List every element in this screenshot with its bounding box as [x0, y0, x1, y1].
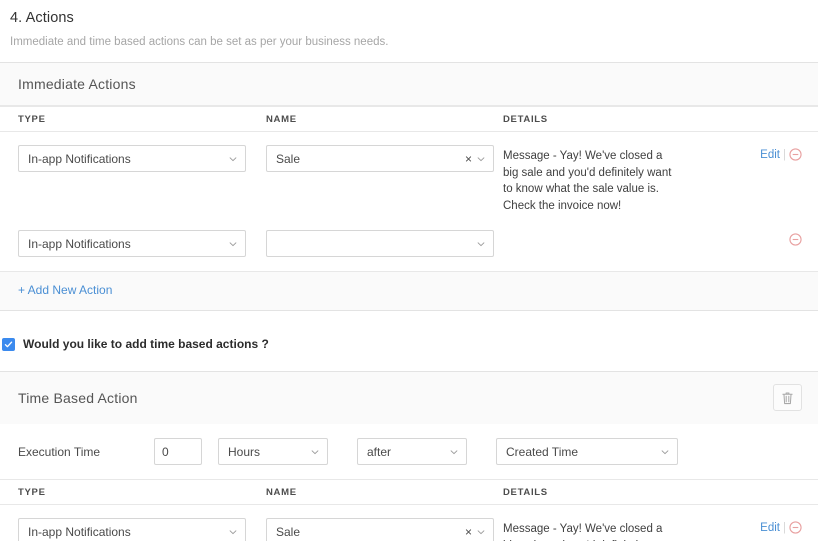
- action-type-select[interactable]: In-app Notifications: [18, 145, 246, 172]
- immediate-actions-title: Immediate Actions: [18, 76, 136, 92]
- column-header-details: DETAILS: [503, 114, 800, 125]
- execution-time-row: Execution Time Hours after Created Time: [0, 424, 818, 479]
- cell-type: In-app Notifications: [18, 518, 266, 541]
- action-type-value: In-app Notifications: [28, 237, 131, 251]
- table-row: In-app Notifications Sale × Message - Ya…: [0, 505, 818, 541]
- add-new-action-link[interactable]: + Add New Action: [18, 283, 112, 297]
- cell-type: In-app Notifications: [18, 145, 266, 172]
- delete-time-based-action-button[interactable]: [773, 384, 802, 411]
- execution-time-label: Execution Time: [18, 445, 154, 459]
- column-header-details: DETAILS: [503, 487, 800, 498]
- row-actions: [789, 233, 802, 246]
- cell-name: Sale ×: [266, 145, 503, 172]
- action-name-value: Sale: [276, 152, 300, 166]
- column-header-type: TYPE: [18, 487, 266, 498]
- cell-details: Message - Yay! We've closed a big sale a…: [503, 145, 735, 214]
- immediate-actions-table: TYPE NAME DETAILS In-app Notifications S…: [0, 106, 818, 310]
- spacer: [0, 363, 818, 371]
- page-title: 4. Actions: [10, 8, 808, 28]
- execution-time-relation-select[interactable]: after: [357, 438, 467, 465]
- table-row: In-app Notifications: [0, 226, 818, 271]
- column-header-name: NAME: [266, 114, 503, 125]
- immediate-actions-header: Immediate Actions: [0, 63, 818, 106]
- column-header-type: TYPE: [18, 114, 266, 125]
- execution-time-unit-value: Hours: [228, 445, 260, 459]
- chevron-down-icon: [477, 240, 485, 248]
- action-name-select[interactable]: [266, 230, 494, 257]
- action-type-select[interactable]: In-app Notifications: [18, 230, 246, 257]
- chevron-down-icon: [311, 448, 319, 456]
- chevron-down-icon: [229, 155, 237, 163]
- trash-icon: [781, 391, 794, 405]
- action-name-select[interactable]: Sale ×: [266, 145, 494, 172]
- edit-link[interactable]: Edit: [760, 149, 780, 161]
- action-type-select[interactable]: In-app Notifications: [18, 518, 246, 541]
- separator: |: [783, 149, 786, 161]
- checkmark-icon: [4, 340, 13, 349]
- time-based-actions-checkbox[interactable]: [2, 338, 15, 351]
- cell-name: Sale ×: [266, 518, 503, 541]
- circle-minus-icon[interactable]: [789, 233, 802, 246]
- spacer: [0, 311, 818, 325]
- chevron-down-icon: [661, 448, 669, 456]
- time-based-actions-label: Would you like to add time based actions…: [23, 337, 269, 351]
- section-header: 4. Actions Immediate and time based acti…: [0, 0, 818, 50]
- cell-details: [503, 230, 735, 233]
- table-row: In-app Notifications Sale × Message - Ya…: [0, 132, 818, 226]
- time-based-action-title: Time Based Action: [18, 390, 138, 406]
- execution-time-relation-value: after: [367, 445, 391, 459]
- chevron-down-icon: [450, 448, 458, 456]
- row-actions: Edit |: [760, 521, 802, 534]
- circle-minus-icon[interactable]: [789, 148, 802, 161]
- page-subtitle: Immediate and time based actions can be …: [10, 35, 808, 50]
- circle-minus-icon[interactable]: [789, 521, 802, 534]
- execution-time-reference-value: Created Time: [506, 445, 578, 459]
- cell-name: [266, 230, 503, 257]
- action-type-value: In-app Notifications: [28, 525, 131, 539]
- column-header-name: NAME: [266, 487, 503, 498]
- row-actions: Edit |: [760, 148, 802, 161]
- time-based-actions-toggle-row[interactable]: Would you like to add time based actions…: [0, 325, 818, 363]
- table-header-row: TYPE NAME DETAILS: [0, 479, 818, 505]
- action-name-select[interactable]: Sale ×: [266, 518, 494, 541]
- separator: |: [783, 522, 786, 534]
- chevron-down-icon: [229, 528, 237, 536]
- action-name-value: Sale: [276, 525, 300, 539]
- actions-page: 4. Actions Immediate and time based acti…: [0, 0, 818, 541]
- immediate-actions-card: Immediate Actions TYPE NAME DETAILS In-a…: [0, 62, 818, 311]
- time-based-action-header: Time Based Action: [0, 372, 818, 424]
- execution-time-reference-select[interactable]: Created Time: [496, 438, 678, 465]
- time-based-actions-table: TYPE NAME DETAILS In-app Notifications S…: [0, 479, 818, 541]
- clear-icon[interactable]: ×: [465, 526, 472, 538]
- table-header-row: TYPE NAME DETAILS: [0, 106, 818, 132]
- cell-type: In-app Notifications: [18, 230, 266, 257]
- table-footer: + Add New Action: [0, 271, 818, 310]
- execution-time-unit-select[interactable]: Hours: [218, 438, 328, 465]
- chevron-down-icon: [477, 155, 485, 163]
- edit-link[interactable]: Edit: [760, 522, 780, 534]
- cell-details: Message - Yay! We've closed a big sale a…: [503, 518, 735, 541]
- chevron-down-icon: [229, 240, 237, 248]
- time-based-action-card: Time Based Action Execution Time Hours a…: [0, 371, 818, 541]
- action-type-value: In-app Notifications: [28, 152, 131, 166]
- execution-time-input[interactable]: [154, 438, 202, 465]
- clear-icon[interactable]: ×: [465, 153, 472, 165]
- chevron-down-icon: [477, 528, 485, 536]
